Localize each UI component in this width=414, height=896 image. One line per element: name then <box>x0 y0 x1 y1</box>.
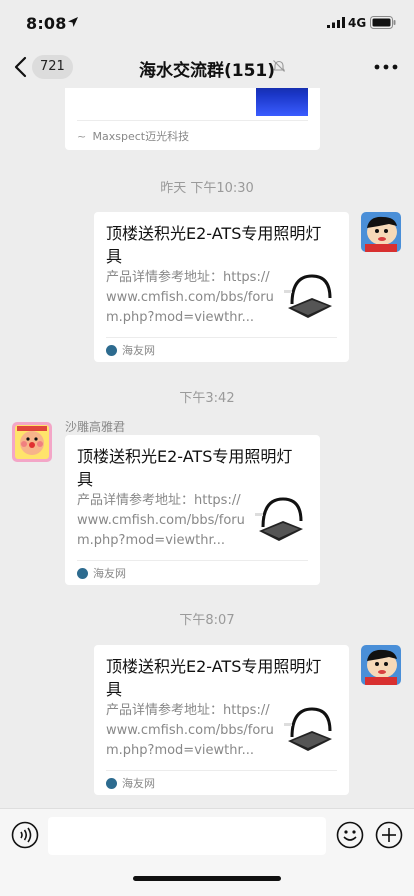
card-source: 海友网 <box>77 565 126 581</box>
unread-count-badge[interactable]: 721 <box>32 55 73 79</box>
voice-icon[interactable] <box>11 821 39 849</box>
input-bar <box>0 808 414 896</box>
chat-area[interactable]: ~ Maxspect迈光科技 昨天 下午10:30 顶楼送积光E2-ATS专用照… <box>0 88 414 808</box>
chevron-left-icon[interactable] <box>12 56 30 78</box>
link-card[interactable]: 顶楼送积光E2-ATS专用照明灯具 产品详情参考地址：https://www.c… <box>65 435 320 585</box>
bell-muted-icon <box>272 60 286 72</box>
card-source-name: Maxspect迈光科技 <box>92 130 190 143</box>
card-source: ~ Maxspect迈光科技 <box>77 120 308 144</box>
card-source-name: 海友网 <box>93 567 126 580</box>
battery-icon <box>370 16 396 29</box>
source-logo-icon <box>106 345 117 356</box>
lamp-thumbnail <box>253 491 309 547</box>
card-title: 顶楼送积光E2-ATS专用照明灯具 <box>106 224 322 266</box>
timestamp: 下午8:07 <box>179 613 235 628</box>
card-description: 产品详情参考地址：https://www.cmfish.com/bbs/foru… <box>106 703 274 758</box>
status-bar: 8:08 4G <box>0 0 414 46</box>
lamp-thumbnail <box>282 268 338 324</box>
avatar[interactable] <box>361 645 401 685</box>
card-source: 海友网 <box>106 775 155 791</box>
card-description: 产品详情参考地址：https://www.cmfish.com/bbs/foru… <box>106 270 274 325</box>
network-label: 4G <box>348 16 367 30</box>
source-logo-icon <box>106 778 117 789</box>
card-source-name: 海友网 <box>122 777 155 790</box>
more-dots-icon[interactable] <box>374 64 398 70</box>
timestamp: 下午3:42 <box>179 391 235 406</box>
card-title: 顶楼送积光E2-ATS专用照明灯具 <box>106 657 322 699</box>
signal-bars-icon <box>327 17 345 28</box>
card-source: 海友网 <box>106 342 155 358</box>
message-input[interactable] <box>48 817 326 855</box>
timestamp: 昨天 下午10:30 <box>160 181 254 196</box>
previous-link-card[interactable]: ~ Maxspect迈光科技 <box>65 88 320 150</box>
card-source-name: 海友网 <box>122 344 155 357</box>
card-divider <box>77 560 308 561</box>
emoji-icon[interactable] <box>336 821 364 849</box>
card-title: 顶楼送积光E2-ATS专用照明灯具 <box>77 447 293 489</box>
card-thumbnail <box>256 88 308 116</box>
status-time: 8:08 <box>26 14 67 33</box>
lamp-thumbnail <box>282 701 338 757</box>
home-indicator <box>133 876 281 881</box>
location-arrow-icon <box>68 17 78 27</box>
plus-icon[interactable] <box>375 821 403 849</box>
card-divider <box>106 337 337 338</box>
card-description: 产品详情参考地址：https://www.cmfish.com/bbs/foru… <box>77 493 245 548</box>
avatar[interactable] <box>361 212 401 252</box>
nav-bar: 721 海水交流群(151) <box>0 46 414 88</box>
avatar[interactable] <box>12 422 52 462</box>
source-logo-icon <box>77 568 88 579</box>
link-card[interactable]: 顶楼送积光E2-ATS专用照明灯具 产品详情参考地址：https://www.c… <box>94 212 349 362</box>
sender-name: 沙雕高雅君 <box>65 420 126 434</box>
card-divider <box>106 770 337 771</box>
link-card[interactable]: 顶楼送积光E2-ATS专用照明灯具 产品详情参考地址：https://www.c… <box>94 645 349 795</box>
wave-icon: ~ <box>77 130 87 143</box>
